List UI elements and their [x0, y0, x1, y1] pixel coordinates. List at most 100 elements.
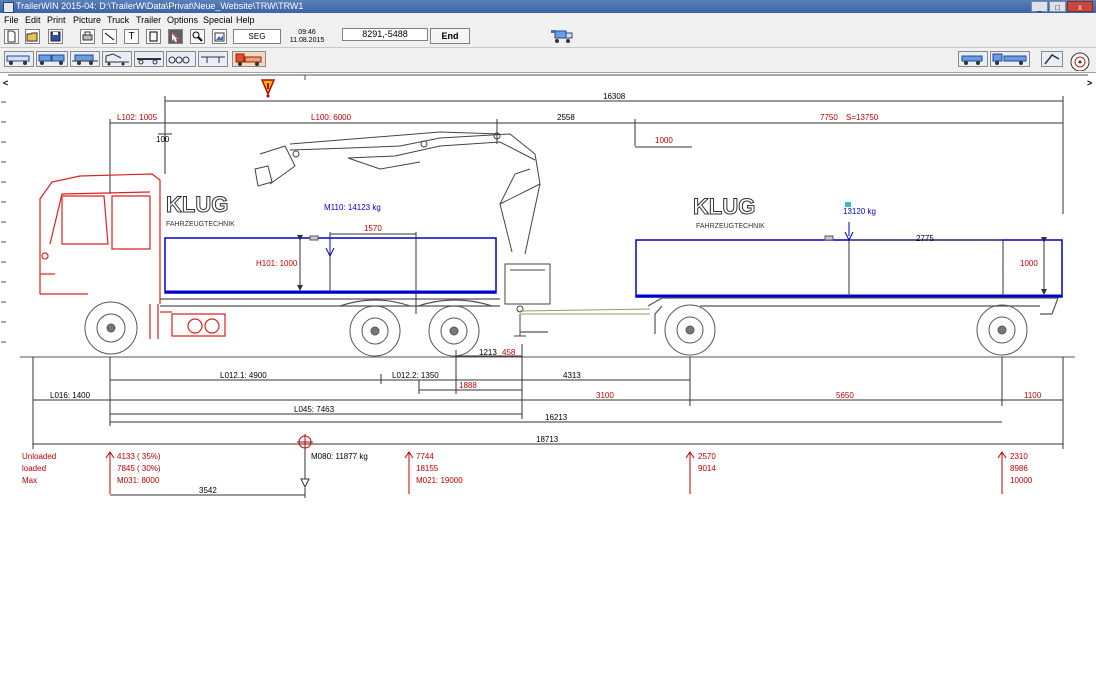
- cab-type-icon[interactable]: [232, 51, 266, 67]
- view-truck-trailer-icon[interactable]: [990, 51, 1030, 67]
- dim-l045: L045: 7463: [294, 405, 335, 414]
- minimize-button[interactable]: _: [1031, 1, 1048, 12]
- trailer-front-unloaded: 2570: [698, 452, 716, 461]
- dim-1213: 1213: [479, 348, 497, 357]
- seg-field[interactable]: SEG: [233, 29, 281, 44]
- menu-file[interactable]: File: [4, 13, 19, 27]
- trailer-type-1-icon[interactable]: [4, 51, 34, 67]
- dim-2775: 2775: [916, 234, 934, 243]
- dim-crane-gap: 2558: [557, 113, 575, 122]
- warning-icon[interactable]: [260, 79, 276, 98]
- drawbar-icon[interactable]: [198, 51, 228, 67]
- datetime-display: 09:46 11.08.2015: [284, 28, 330, 46]
- menu-print[interactable]: Print: [47, 13, 66, 27]
- menu-picture[interactable]: Picture: [73, 13, 101, 27]
- brand-logo-truck: KLUG: [166, 192, 228, 217]
- save-icon[interactable]: [48, 29, 63, 44]
- rectangle-tool-icon[interactable]: [146, 29, 161, 44]
- line-tool-icon[interactable]: [102, 29, 117, 44]
- end-button[interactable]: End: [430, 28, 470, 44]
- menu-edit[interactable]: Edit: [25, 13, 41, 27]
- vertical-ruler: [1, 101, 6, 343]
- dim-s-total: S=13750: [846, 113, 879, 122]
- dim-18713: 18713: [536, 435, 559, 444]
- axle-load-markers: [105, 451, 1007, 494]
- row-loaded-label: loaded: [22, 464, 46, 473]
- trailer-type-2-icon[interactable]: [36, 51, 68, 67]
- trailer-type-3-icon[interactable]: [70, 51, 100, 67]
- wheel-view-icon[interactable]: [1066, 49, 1094, 72]
- dim-l100: L100: 6000: [311, 113, 352, 122]
- menu-truck[interactable]: Truck: [107, 13, 129, 27]
- open-folder-icon[interactable]: [25, 29, 40, 44]
- app-icon: [3, 2, 14, 13]
- picture-icon[interactable]: [212, 29, 227, 44]
- brand-sub-truck: FAHRZEUGTECHNIK: [166, 221, 235, 228]
- truck-body[interactable]: [164, 232, 497, 314]
- dim-l0122: L012.2: 1350: [392, 371, 439, 380]
- dim-trailer-span: 7750: [820, 113, 838, 122]
- dim-1570: 1570: [364, 224, 382, 233]
- pointer-tool-icon[interactable]: [168, 29, 183, 44]
- dim-1000-top: 1000: [655, 136, 673, 145]
- menu-help[interactable]: Help: [236, 13, 255, 27]
- front-unloaded: 4133 ( 35%): [117, 452, 161, 461]
- menu-trailer[interactable]: Trailer: [136, 13, 161, 27]
- dim-100: 100: [156, 135, 170, 144]
- dim-l016: L016: 1400: [50, 391, 91, 400]
- rear-unloaded: 7744: [416, 452, 434, 461]
- trailer-rear-unloaded: 2310: [1010, 452, 1028, 461]
- close-button[interactable]: x: [1067, 1, 1093, 12]
- brand-logo-trailer: KLUG: [693, 194, 755, 219]
- menu-bar: File Edit Print Picture Truck Trailer Op…: [0, 13, 1096, 28]
- drawbar: [519, 308, 651, 315]
- menu-special[interactable]: Special: [203, 13, 233, 27]
- front-max: M031: 8000: [117, 476, 160, 485]
- dim-458: 458: [502, 348, 516, 357]
- print-icon[interactable]: [80, 29, 95, 44]
- drawing-canvas[interactable]: < > 16308 L102: 1005 L100: 6000 2558 775…: [0, 74, 1096, 514]
- dim-4313: 4313: [563, 371, 581, 380]
- brand-sub-trailer: FAHRZEUGTECHNIK: [696, 223, 765, 230]
- dim-5650: 5650: [836, 391, 854, 400]
- dim-total-top: 16308: [603, 92, 626, 101]
- rear-loaded: 18155: [416, 464, 439, 473]
- main-toolbar: T SEG 09:46 11.08.2015 8291,-5488 End: [0, 27, 1096, 48]
- chassis-icon[interactable]: [134, 51, 164, 67]
- axles-icon[interactable]: [166, 51, 196, 67]
- row-max-label: Max: [22, 476, 37, 485]
- time-text: 09:46: [298, 29, 316, 36]
- dim-trailer-h: 1000: [1020, 259, 1038, 268]
- zoom-icon[interactable]: [190, 29, 205, 44]
- vehicle-toolbar: [0, 48, 1096, 73]
- dim-l0121: L012.1: 4900: [220, 371, 267, 380]
- window-title: TrailerWIN 2015-04: D:\TrailerW\Data\Pri…: [16, 1, 304, 11]
- crane-truck-icon[interactable]: [102, 51, 132, 67]
- horizontal-ruler: [8, 74, 1088, 80]
- trailer-rear-loaded: 8986: [1010, 464, 1028, 473]
- new-file-icon[interactable]: [4, 29, 19, 44]
- maximize-button[interactable]: □: [1049, 1, 1066, 12]
- date-text: 11.08.2015: [289, 37, 325, 44]
- m110-label: M110: 14123 kg: [324, 203, 381, 212]
- trailer-rear-max: 10000: [1010, 476, 1033, 485]
- view-combo-icon[interactable]: [958, 51, 988, 67]
- trailer-load-label: 13120 kg: [843, 207, 876, 216]
- front-loaded: 7845 ( 30%): [117, 464, 161, 473]
- coordinate-readout: 8291,-5488: [342, 28, 428, 41]
- vehicle-drawing: 16308 L102: 1005 L100: 6000 2558 7750 S=…: [1, 74, 1088, 498]
- truck-chassis: [160, 298, 500, 307]
- dim-1888: 1888: [459, 381, 477, 390]
- menu-options[interactable]: Options: [167, 13, 198, 27]
- trailer-front-loaded: 9014: [698, 464, 716, 473]
- cog-weight: M080: 11877 kg: [311, 452, 368, 461]
- row-unloaded-label: Unloaded: [22, 452, 56, 461]
- crane-view-icon[interactable]: [1041, 51, 1063, 67]
- cog-distance: 3542: [199, 486, 217, 495]
- truck-preview-icon[interactable]: [550, 28, 574, 46]
- text-tool-icon[interactable]: T: [124, 29, 139, 44]
- trailer-wheels: [664, 304, 1028, 356]
- title-bar: TrailerWIN 2015-04: D:\TrailerW\Data\Pri…: [0, 0, 1096, 13]
- truck-front-wheel: [84, 301, 138, 355]
- dim-1100: 1100: [1024, 391, 1042, 400]
